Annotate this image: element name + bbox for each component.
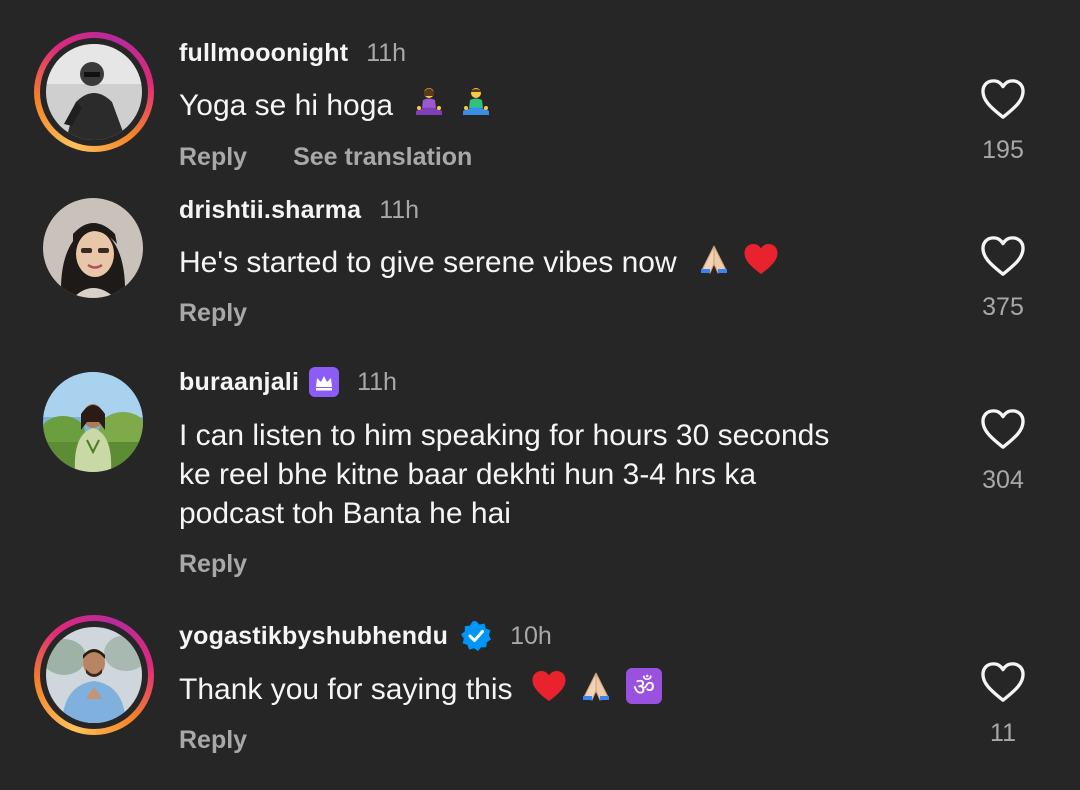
username[interactable]: drishtii.sharma xyxy=(179,195,361,225)
red-heart-icon xyxy=(743,242,779,286)
comment-header: drishtii.sharma 11h xyxy=(179,195,419,225)
verified-badge-icon xyxy=(460,620,492,652)
heart-icon[interactable] xyxy=(970,661,1036,703)
comment-text: He's started to give serene vibes now xyxy=(179,242,959,286)
avatar-story-ring[interactable] xyxy=(34,32,154,152)
see-translation-button[interactable]: See translation xyxy=(293,143,472,172)
comment-header: buraanjali 11h xyxy=(179,367,397,397)
man-lotus-position-icon xyxy=(460,86,492,128)
like-area: 11 xyxy=(970,661,1036,748)
heart-icon[interactable] xyxy=(970,78,1036,120)
like-count: 375 xyxy=(982,293,1024,321)
heart-icon[interactable] xyxy=(970,235,1036,277)
timestamp: 11h xyxy=(366,39,407,67)
comment-text: I can listen to him speaking for hours 3… xyxy=(179,419,830,530)
like-area: 195 xyxy=(970,78,1036,165)
folded-hands-icon xyxy=(579,669,613,713)
like-count: 304 xyxy=(982,466,1024,494)
comment-text: Thank you for saying this ॐ xyxy=(179,668,959,714)
like-count: 11 xyxy=(990,719,1016,747)
avatar xyxy=(46,627,142,723)
like-area: 375 xyxy=(970,235,1036,322)
comment-text: Yoga se hi hoga xyxy=(179,86,959,128)
avatar-story-ring[interactable] xyxy=(34,615,154,735)
red-heart-icon xyxy=(531,669,567,713)
avatar[interactable] xyxy=(43,372,143,472)
heart-icon[interactable] xyxy=(970,408,1036,450)
comment-header: yogastikbyshubhendu 10h xyxy=(179,620,552,652)
timestamp: 11h xyxy=(379,196,420,224)
crown-badge-icon xyxy=(309,367,340,397)
comment-header: fullmooonight 11h xyxy=(179,38,406,68)
reply-button[interactable]: Reply xyxy=(179,143,247,172)
timestamp: 11h xyxy=(357,368,397,396)
comment-actions: Reply xyxy=(179,299,247,328)
reply-button[interactable]: Reply xyxy=(179,550,247,579)
username[interactable]: yogastikbyshubhendu xyxy=(179,621,448,651)
comment-actions: Reply xyxy=(179,550,247,579)
timestamp: 10h xyxy=(510,622,552,650)
username[interactable]: buraanjali xyxy=(179,367,299,397)
svg-text:ॐ: ॐ xyxy=(633,673,655,701)
comment-actions: Reply See translation xyxy=(179,143,472,172)
like-count: 195 xyxy=(982,136,1024,164)
om-symbol-icon: ॐ xyxy=(625,668,662,714)
woman-lotus-position-icon xyxy=(413,86,445,128)
reply-button[interactable]: Reply xyxy=(179,726,247,755)
username[interactable]: fullmooonight xyxy=(179,38,348,68)
reply-button[interactable]: Reply xyxy=(179,299,247,328)
comment-actions: Reply xyxy=(179,726,247,755)
avatar xyxy=(46,44,142,140)
like-area: 304 xyxy=(970,408,1036,495)
folded-hands-icon xyxy=(697,242,731,286)
avatar[interactable] xyxy=(43,198,143,298)
